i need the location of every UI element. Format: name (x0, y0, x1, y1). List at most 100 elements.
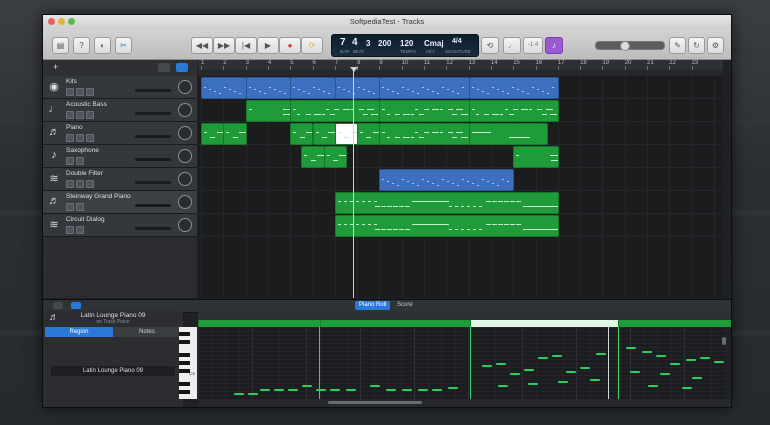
track-header[interactable]: ♩ Acoustic Bass (43, 99, 197, 122)
catch-playhead-button[interactable] (158, 63, 170, 72)
midi-note[interactable] (402, 389, 412, 391)
playhead[interactable] (353, 67, 354, 298)
midi-note[interactable] (538, 357, 548, 359)
pan-knob[interactable] (178, 218, 192, 232)
pan-knob[interactable] (178, 80, 192, 94)
midi-note[interactable] (558, 381, 568, 383)
smart-controls-button[interactable]: ◐ (94, 37, 111, 54)
volume-handle[interactable] (620, 41, 630, 51)
midi-note[interactable] (524, 369, 534, 371)
midi-note[interactable] (482, 365, 492, 367)
editor-region-segment[interactable] (198, 320, 320, 327)
track-header[interactable]: ♪ Saxophone (43, 145, 197, 168)
rewind-button[interactable]: ◀◀ (191, 37, 213, 54)
scroll-thumb[interactable] (328, 401, 422, 404)
track-header[interactable]: ≋ Double Filter (43, 168, 197, 191)
mute-button[interactable] (66, 226, 74, 234)
midi-region[interactable] (223, 123, 247, 145)
pan-knob[interactable] (178, 149, 192, 163)
solo-button[interactable] (76, 111, 84, 119)
mute-button[interactable] (66, 203, 74, 211)
play-button[interactable]: ▶ (257, 37, 279, 54)
audio-region[interactable] (379, 77, 470, 99)
help-button[interactable]: ? (73, 37, 90, 54)
pan-knob[interactable] (178, 195, 192, 209)
record-enable-button[interactable] (86, 111, 94, 119)
catch-button[interactable] (53, 302, 63, 309)
solo-button[interactable] (76, 88, 84, 96)
segment-notes[interactable]: Notes (113, 327, 181, 337)
midi-region[interactable] (334, 123, 359, 145)
horizontal-scrollbar[interactable] (198, 399, 731, 407)
region-name-field[interactable]: Latin Lounge Piano 09 (51, 366, 175, 376)
midi-note[interactable] (432, 389, 442, 391)
midi-note[interactable] (590, 379, 600, 381)
track-volume-slider[interactable] (135, 89, 171, 92)
audio-region[interactable] (468, 77, 559, 99)
midi-note[interactable] (656, 355, 666, 357)
track-name[interactable]: Circuit Dialog (66, 216, 105, 223)
track-name[interactable]: Steinway Grand Piano (66, 193, 131, 200)
piano-roll-grid[interactable] (198, 327, 725, 399)
solo-button[interactable] (76, 180, 84, 188)
lcd-display[interactable]: 7 4 3 200 120 Cmaj 4/4 BAR BEAT TEMPO KE… (331, 34, 479, 57)
midi-note[interactable] (234, 393, 244, 395)
midi-note[interactable] (386, 389, 396, 391)
audio-region[interactable] (201, 77, 247, 99)
midi-note[interactable] (498, 385, 508, 387)
track-volume-slider[interactable] (135, 112, 171, 115)
solo-button[interactable] (76, 157, 84, 165)
audio-region[interactable] (245, 77, 292, 99)
track-name[interactable]: Kits (66, 78, 77, 85)
track-header[interactable]: ◉ Kits (43, 76, 197, 99)
editor-region-segment[interactable] (618, 320, 731, 327)
midi-note[interactable] (330, 389, 340, 391)
track-name[interactable]: Acoustic Bass (66, 101, 107, 108)
midi-region[interactable] (468, 100, 559, 122)
track-volume-slider[interactable] (135, 227, 171, 230)
audio-region[interactable] (290, 77, 336, 99)
track-volume-slider[interactable] (135, 204, 171, 207)
midi-note[interactable] (566, 371, 576, 373)
midi-note[interactable] (552, 355, 562, 357)
track-header[interactable]: ≋ Circuit Dialog (43, 214, 197, 237)
midi-note[interactable] (346, 389, 356, 391)
midi-note[interactable] (660, 373, 670, 375)
midi-region[interactable] (312, 123, 336, 145)
master-volume-slider[interactable] (595, 41, 665, 51)
midi-note[interactable] (448, 387, 458, 389)
editor-region-segment[interactable] (320, 320, 470, 327)
go-to-start-button[interactable]: |◀ (235, 37, 257, 54)
mute-button[interactable] (66, 180, 74, 188)
midi-note[interactable] (596, 353, 606, 355)
editor-region-segment[interactable] (470, 320, 618, 327)
midi-region[interactable] (468, 123, 548, 145)
audio-region[interactable] (379, 169, 515, 191)
midi-region[interactable] (201, 123, 225, 145)
solo-button[interactable] (76, 226, 84, 234)
track-header[interactable]: ♬ Piano (43, 122, 197, 145)
midi-region[interactable] (357, 123, 381, 145)
midi-note[interactable] (496, 363, 506, 365)
midi-region[interactable] (513, 146, 559, 168)
midi-region[interactable] (323, 146, 347, 168)
midi-note[interactable] (248, 393, 258, 395)
filter-icon[interactable] (176, 63, 188, 72)
tab-piano-roll[interactable]: Piano Roll (355, 301, 391, 310)
midi-note[interactable] (302, 385, 312, 387)
midi-note[interactable] (260, 389, 270, 391)
add-track-icon[interactable]: + (53, 63, 63, 72)
midi-note[interactable] (370, 385, 380, 387)
midi-region[interactable] (290, 100, 381, 122)
midi-note[interactable] (288, 389, 298, 391)
midi-note[interactable] (510, 373, 520, 375)
midi-region[interactable] (301, 146, 325, 168)
midi-region[interactable] (334, 192, 559, 214)
library-button[interactable]: ▤ (52, 37, 69, 54)
midi-note[interactable] (316, 389, 326, 391)
pan-knob[interactable] (178, 103, 192, 117)
midi-note[interactable] (418, 389, 428, 391)
midi-note[interactable] (692, 377, 702, 379)
midi-note[interactable] (528, 383, 538, 385)
tracks-area[interactable] (198, 76, 723, 298)
